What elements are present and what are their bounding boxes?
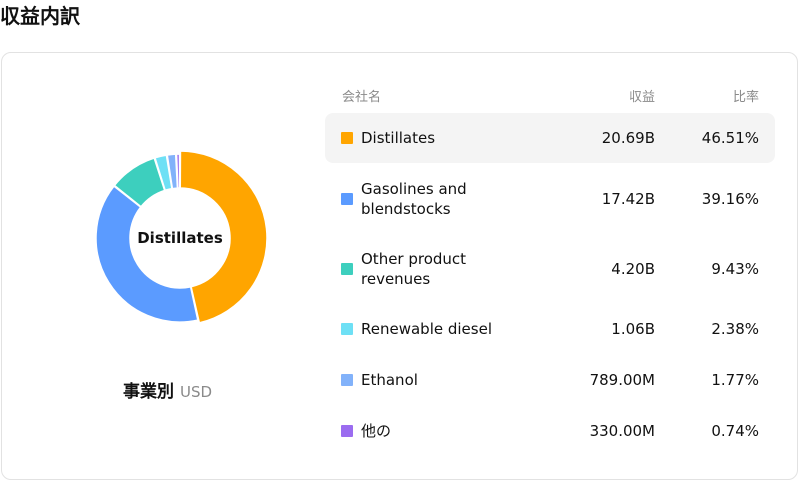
- row-name: 他の: [361, 422, 392, 440]
- column-header-ratio: 比率: [732, 90, 759, 105]
- row-revenue: 20.69B: [601, 129, 655, 147]
- table-row[interactable]: Renewable diesel 1.06B 2.38%: [325, 304, 775, 354]
- row-name: Gasolines and blendstocks: [361, 180, 467, 218]
- table-row[interactable]: Ethanol 789.00M 1.77%: [325, 355, 775, 405]
- chart-caption: 事業別 USD: [123, 377, 212, 402]
- legend-swatch: [341, 425, 353, 437]
- page-title: 収益内訳: [0, 4, 80, 28]
- table-row[interactable]: Gasolines and blendstocks 17.42B 39.16%: [325, 174, 775, 224]
- chart-caption-unit: USD: [180, 383, 213, 401]
- row-name: Renewable diesel: [361, 320, 492, 338]
- row-ratio: 2.38%: [711, 320, 759, 338]
- row-ratio: 1.77%: [711, 371, 759, 389]
- table-row[interactable]: Distillates 20.69B 46.51%: [325, 113, 775, 163]
- column-header-name: 会社名: [342, 90, 382, 105]
- row-name: Other product revenues: [361, 250, 467, 288]
- legend-swatch: [341, 263, 353, 275]
- row-ratio: 39.16%: [701, 190, 759, 208]
- row-revenue: 789.00M: [589, 371, 655, 389]
- row-revenue: 17.42B: [601, 190, 655, 208]
- legend-swatch: [341, 374, 353, 386]
- row-ratio: 0.74%: [711, 422, 759, 440]
- row-name: Ethanol: [361, 371, 418, 389]
- table-row[interactable]: 他の 330.00M 0.74%: [325, 406, 775, 456]
- donut-center-label: Distillates: [137, 229, 223, 247]
- legend-swatch: [341, 323, 353, 335]
- row-revenue: 4.20B: [611, 260, 655, 278]
- legend-swatch: [341, 193, 353, 205]
- row-revenue: 330.00M: [589, 422, 655, 440]
- legend-swatch: [341, 132, 353, 144]
- row-ratio: 46.51%: [701, 129, 759, 147]
- table-row[interactable]: Other product revenues 4.20B 9.43%: [325, 244, 775, 294]
- row-ratio: 9.43%: [711, 260, 759, 278]
- column-header-revenue: 収益: [628, 90, 655, 105]
- chart-caption-title: 事業別: [123, 382, 174, 402]
- donut-chart: Distillates: [92, 150, 268, 326]
- row-revenue: 1.06B: [611, 320, 655, 338]
- row-name: Distillates: [361, 129, 436, 147]
